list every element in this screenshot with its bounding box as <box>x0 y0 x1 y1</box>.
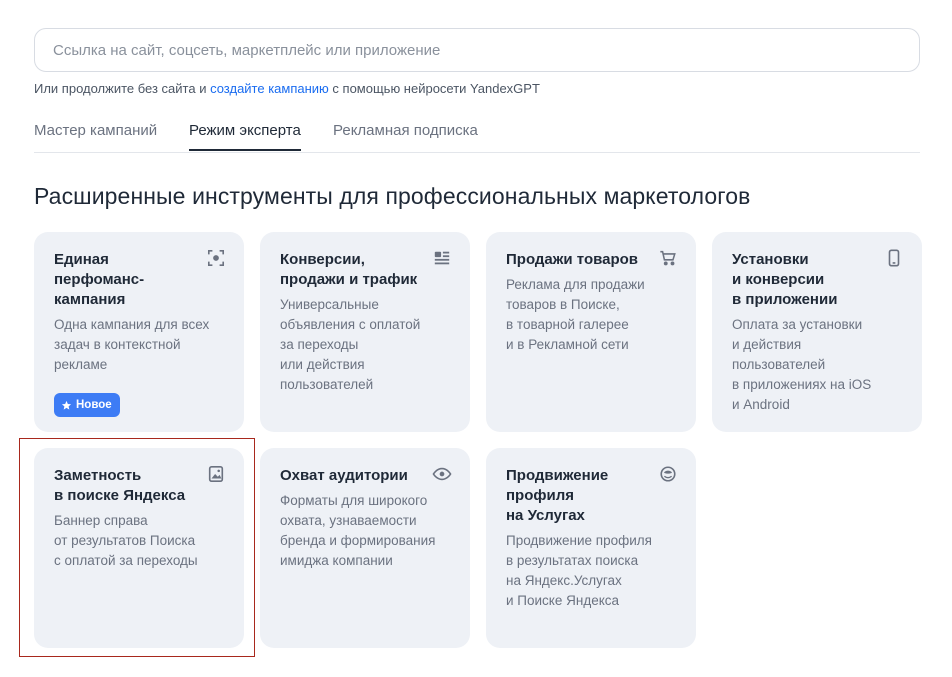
card-search-visibility[interactable]: Заметность в поиске Яндекса Баннер справ… <box>34 448 244 648</box>
card-description: Оплата за установки и действия пользоват… <box>732 317 872 412</box>
tab-expert-mode[interactable]: Режим эксперта <box>189 122 301 151</box>
card-title: Продвижение профиля на Услугах <box>506 467 609 524</box>
card-title: Заметность в поиске Яндекса <box>54 467 186 504</box>
card-description: Универсальные объявления с оплатой за пе… <box>280 297 421 392</box>
tab-campaign-master[interactable]: Мастер кампаний <box>34 122 157 151</box>
create-campaign-link[interactable]: создайте кампанию <box>210 81 329 96</box>
star-icon <box>61 400 72 410</box>
card-services-profile[interactable]: Продвижение профиля на Услугах Продвижен… <box>486 448 696 648</box>
section-heading: Расширенные инструменты для профессионал… <box>34 183 751 209</box>
tab-ad-subscription[interactable]: Рекламная подписка <box>333 122 478 151</box>
cart-icon <box>658 248 678 268</box>
card-conversions-traffic[interactable]: Конверсии, продажи и трафик Универсальны… <box>260 232 470 432</box>
card-description: Баннер справа от результатов Поиска с оп… <box>54 513 198 568</box>
campaign-modal: Или продолжите без сайта и создайте камп… <box>0 0 952 677</box>
card-description: Реклама для продажи товаров в Поиске, в … <box>506 277 645 352</box>
badge-label: Новое <box>76 399 112 411</box>
mode-tabs: Мастер кампаний Режим эксперта Рекламная… <box>34 118 920 153</box>
card-audience-reach[interactable]: Охват аудитории Форматы для широкого охв… <box>260 448 470 648</box>
article-icon <box>432 248 452 268</box>
card-title: Охват аудитории <box>280 467 408 484</box>
hint-prefix: Или продолжите без сайта и <box>34 81 211 96</box>
services-icon <box>658 464 678 484</box>
new-badge: Новое <box>54 393 120 417</box>
image-icon <box>206 464 226 484</box>
card-title: Конверсии, продажи и трафик <box>280 251 418 288</box>
card-title: Продажи товаров <box>506 251 639 268</box>
phone-icon <box>884 248 904 268</box>
card-description: Продвижение профиля в результатах поиска… <box>506 533 652 608</box>
hint-text: Или продолжите без сайта и создайте камп… <box>34 81 540 96</box>
card-product-sales[interactable]: Продажи товаров Реклама для продажи това… <box>486 232 696 432</box>
card-title: Установки и конверсии в приложении <box>732 251 838 308</box>
focus-target-icon <box>206 248 226 268</box>
card-title: Единая перфоманс- кампания <box>54 251 145 308</box>
card-app-installs[interactable]: Установки и конверсии в приложении Оплат… <box>712 232 922 432</box>
site-url-input[interactable] <box>34 28 920 72</box>
card-unified-performance[interactable]: Единая перфоманс- кампания Одна кампания… <box>34 232 244 432</box>
eye-icon <box>432 464 452 484</box>
hint-suffix: с помощью нейросети YandexGPT <box>328 81 540 96</box>
card-description: Одна кампания для всех задач в контекстн… <box>54 317 210 372</box>
card-description: Форматы для широкого охвата, узнаваемост… <box>280 493 436 568</box>
